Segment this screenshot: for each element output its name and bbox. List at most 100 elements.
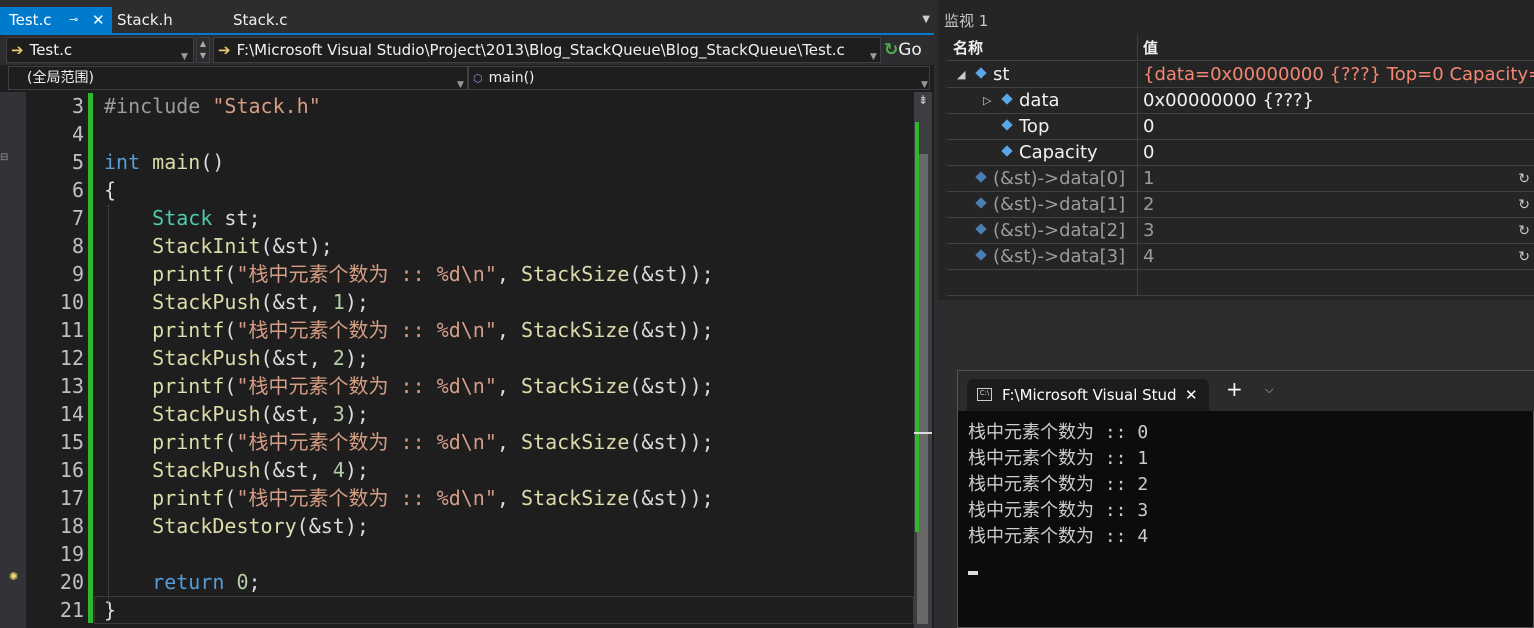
watch-row[interactable]: (&st)->data[1] 2 ↻: [947, 192, 1534, 218]
method-icon: ⬡: [473, 72, 483, 85]
code-line: int main(): [104, 148, 224, 176]
arrow-icon: ➔: [218, 41, 231, 59]
variable-icon: [975, 197, 987, 209]
code-token: ,: [496, 374, 521, 398]
watch-row[interactable]: (&st)->data[0] 1 ↻: [947, 166, 1534, 192]
code-token: 4: [332, 458, 345, 482]
close-icon[interactable]: ✕: [1185, 379, 1198, 411]
path-value: F:\Microsoft Visual Studio\Project\2013\…: [236, 41, 845, 59]
pin-icon[interactable]: ⊸: [69, 7, 78, 33]
go-label: Go: [898, 40, 922, 60]
column-divider: [1137, 88, 1138, 114]
watch-name: Top: [1001, 114, 1049, 140]
glyph-margin[interactable]: [0, 92, 26, 628]
code-token: printf: [152, 374, 225, 398]
code-token: ,: [496, 318, 521, 342]
code-token: (&st);: [260, 234, 333, 258]
watch-value: 1: [1143, 168, 1155, 189]
refresh-icon[interactable]: ↻: [1518, 244, 1530, 270]
line-number: 20: [59, 570, 84, 594]
collapse-icon[interactable]: ⊟: [0, 152, 8, 163]
watch-row[interactable]: Top 0: [947, 114, 1534, 140]
code-token: );: [344, 458, 369, 482]
code-token: printf: [152, 486, 225, 510]
code-token: (&st);: [296, 514, 369, 538]
line-number: 18: [59, 514, 84, 538]
scope-dropdown[interactable]: (全局范围) ▼: [8, 66, 468, 90]
new-tab-icon[interactable]: +: [1226, 377, 1243, 401]
chevron-down-icon: ▼: [181, 52, 188, 62]
code-token: "栈中元素个数为 :: %d\n": [236, 374, 497, 398]
code-token: );: [344, 346, 369, 370]
watch-name-text: (&st)->data[0]: [993, 168, 1126, 189]
split-arrows-icon[interactable]: ▲ ▼: [196, 37, 210, 63]
member-dropdown[interactable]: ⬡ main() ▼: [468, 66, 930, 90]
console-line: 栈中元素个数为 :: 1: [968, 448, 1149, 469]
code-token: StackDestory: [152, 514, 297, 538]
code-token: StackSize: [520, 262, 630, 286]
expand-icon[interactable]: ▷: [983, 88, 991, 114]
watch-row[interactable]: (&st)->data[3] 4 ↻: [947, 244, 1534, 270]
tab-overflow-dropdown-icon[interactable]: ▼: [922, 14, 930, 25]
watch-name-text: (&st)->data[1]: [993, 194, 1126, 215]
code-token: (: [224, 318, 237, 342]
column-divider[interactable]: [1137, 35, 1138, 61]
code-token: int: [104, 150, 141, 174]
column-divider: [1137, 166, 1138, 192]
watch-value: 3: [1143, 220, 1155, 241]
watch-row[interactable]: (&st)->data[2] 3 ↻: [947, 218, 1534, 244]
code-token: (: [224, 374, 237, 398]
path-dropdown[interactable]: ➔ F:\Microsoft Visual Studio\Project\2013…: [213, 37, 881, 63]
watch-row[interactable]: ◢ st {data=0x00000000 {???} Top=0 Capacity…: [947, 62, 1534, 88]
go-button[interactable]: ↻Go: [884, 36, 922, 64]
line-number: 5: [71, 150, 84, 174]
watch-empty-row[interactable]: [947, 270, 1534, 296]
watch-title: 监视 1: [944, 12, 989, 30]
variable-icon: [1001, 119, 1013, 131]
console-line: 栈中元素个数为 :: 4: [968, 526, 1149, 547]
code-token: printf: [152, 262, 225, 286]
console-window[interactable]: C:\ F:\Microsoft Visual Stud ✕ + ⌵ 栈中元素个…: [957, 370, 1534, 628]
refresh-icon[interactable]: ↻: [1518, 192, 1530, 218]
code-token: 3: [332, 402, 345, 426]
column-name-header[interactable]: 名称: [953, 37, 983, 58]
code-token: StackSize: [520, 486, 630, 510]
code-token: "栈中元素个数为 :: %d\n": [236, 486, 497, 510]
code-token: StackSize: [520, 318, 630, 342]
watch-row[interactable]: Capacity 0: [947, 140, 1534, 166]
watch-name-text: Capacity: [1019, 142, 1098, 163]
watch-name-text: st: [993, 64, 1010, 85]
console-tab[interactable]: C:\ F:\Microsoft Visual Stud ✕: [967, 379, 1209, 411]
split-icon[interactable]: ⇟: [914, 93, 932, 107]
chevron-down-icon[interactable]: ⌵: [1265, 383, 1273, 397]
watch-name: Capacity: [1001, 140, 1098, 166]
code-line: return 0;: [104, 568, 260, 596]
collapse-icon[interactable]: ◢: [957, 62, 965, 88]
tab-test-c[interactable]: Test.c ⊸ ✕: [0, 7, 112, 33]
tab-stack-h[interactable]: Stack.h: [108, 7, 224, 33]
watch-row[interactable]: ▷ data 0x00000000 {???}: [947, 88, 1534, 114]
refresh-icon[interactable]: ↻: [1518, 218, 1530, 244]
tab-stack-c[interactable]: Stack.c: [224, 7, 340, 33]
code-line: StackPush(&st, 3);: [104, 400, 369, 428]
code-area[interactable]: #include "Stack.h" int main(){ Stack st; …: [94, 92, 914, 628]
code-token: (&st,: [260, 346, 333, 370]
close-icon[interactable]: ✕: [92, 7, 105, 33]
watch-value: 0x00000000 {???}: [1143, 90, 1315, 111]
tab-label: Stack.c: [233, 11, 288, 29]
vertical-scrollbar[interactable]: ⇟: [914, 92, 932, 628]
variable-icon: [975, 171, 987, 183]
file-dropdown[interactable]: ➔ Test.c ▼: [6, 37, 194, 63]
file-dropdown-value: Test.c: [29, 41, 73, 59]
column-divider: [1137, 244, 1138, 270]
column-value-header[interactable]: 值: [1143, 37, 1158, 58]
refresh-icon[interactable]: ↻: [1518, 166, 1530, 192]
variable-icon: [1001, 145, 1013, 157]
